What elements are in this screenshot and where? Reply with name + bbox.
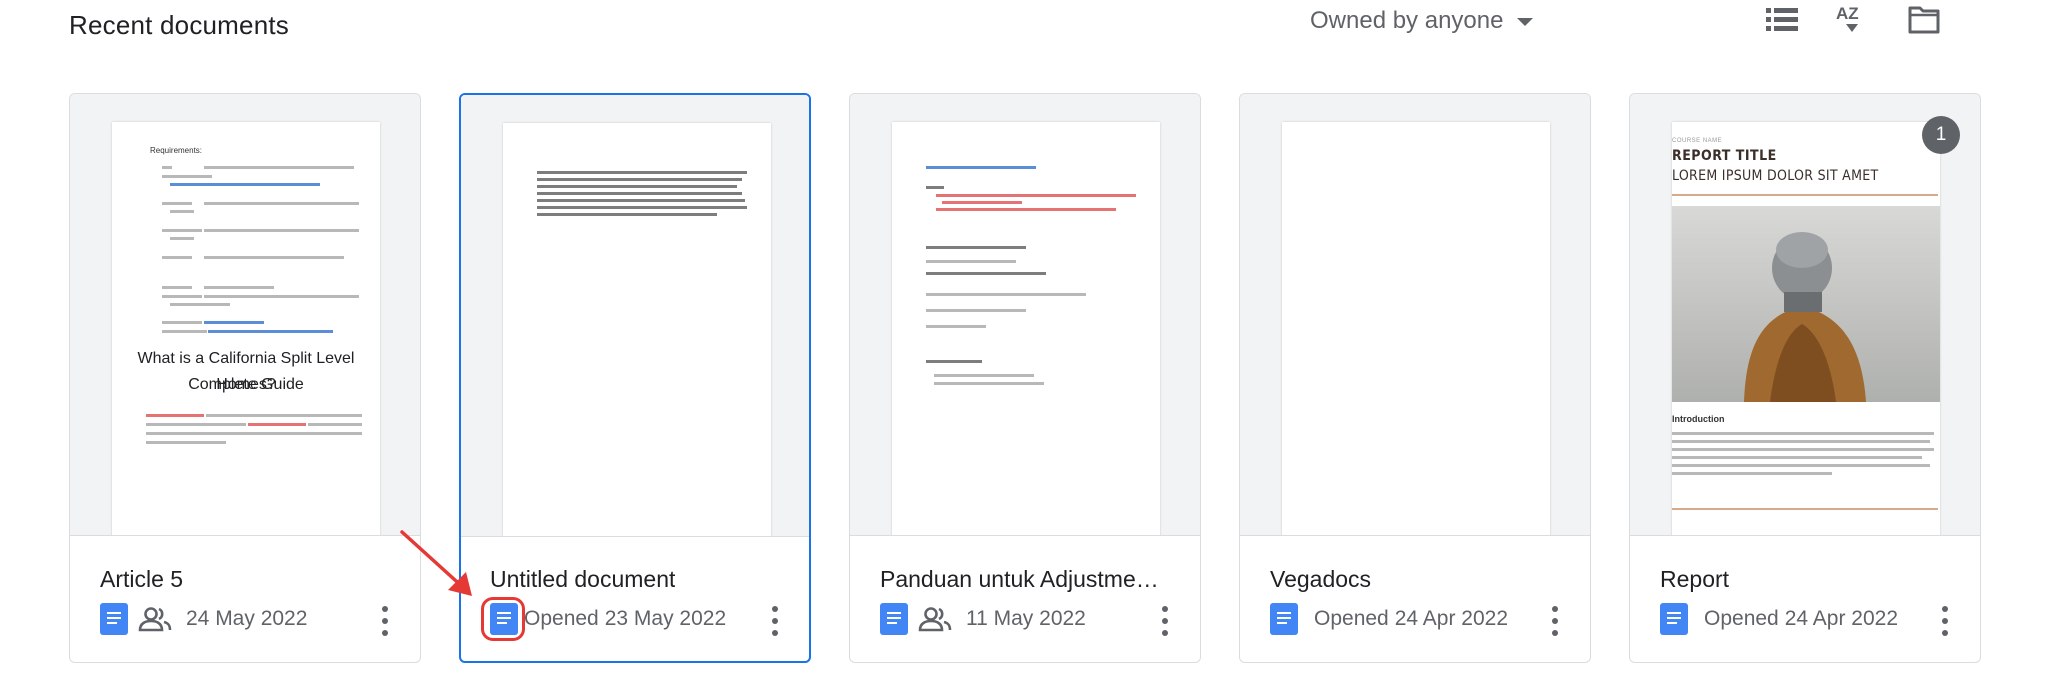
document-meta: Opened 24 Apr 2022 [1270,602,1508,636]
folder-glyph [1908,6,1940,34]
documents-header: Recent documents Owned by anyone AZ [0,0,2048,60]
caret-down-icon [1517,18,1534,26]
document-meta: Opened 23 May 2022 [490,602,726,636]
report-cover-photo [1672,206,1940,402]
document-card-selected[interactable]: Untitled document Opened 23 May 2022 [459,93,811,663]
documents-grid: Requirements: What is a California Split… [69,93,1981,663]
report-title: REPORT TITLE [1672,148,1777,164]
document-date: 24 May 2022 [186,607,308,630]
section-title: Recent documents [69,10,289,40]
report-course-name: COURSE NAME [1672,138,1723,144]
shared-people-icon [138,607,172,632]
google-docs-icon [100,603,128,635]
report-intro-heading: Introduction [1672,414,1725,424]
more-options-icon[interactable] [1940,606,1950,636]
document-card[interactable]: Requirements: What is a California Split… [69,93,421,663]
more-options-icon[interactable] [1550,606,1560,636]
document-thumbnail[interactable]: COURSE NAME REPORT TITLE LOREM IPSUM DOL… [1630,94,1980,536]
more-options-icon[interactable] [1160,606,1170,636]
document-title: Article 5 [100,566,184,592]
document-meta: 24 May 2022 [100,602,307,636]
document-preview-page: Requirements: What is a California Split… [112,122,380,535]
preview-doc-subtitle: Complete Guide [188,376,304,393]
shared-people-icon [918,607,952,632]
document-date: 24 Apr 2022 [1394,607,1508,630]
report-footer-rule [1672,508,1938,510]
document-title: Panduan untuk Adjustme… [880,566,1159,592]
document-thumbnail[interactable]: Requirements: What is a California Split… [70,94,420,536]
opened-label: Opened [524,607,599,630]
folder-icon[interactable] [1904,2,1944,38]
document-preview-page [1282,122,1550,535]
opened-label: Opened [1704,607,1779,630]
document-title: Vegadocs [1270,566,1372,592]
document-thumbnail[interactable] [461,95,809,537]
document-date: 23 May 2022 [604,607,727,630]
more-options-icon[interactable] [380,606,390,636]
owner-filter-label: Owned by anyone [1310,7,1504,34]
document-date: 24 Apr 2022 [1784,607,1898,630]
more-options-icon[interactable] [770,606,780,636]
report-subtitle: LOREM IPSUM DOLOR SIT AMET [1672,168,1879,184]
document-meta: Opened 24 Apr 2022 [1660,602,1898,636]
google-docs-icon [490,603,518,635]
sort-az-icon[interactable]: AZ [1832,2,1872,38]
person-in-beanie-image [1744,232,1866,402]
document-date: 11 May 2022 [966,607,1086,630]
document-preview-page [892,122,1160,535]
document-card[interactable]: COURSE NAME REPORT TITLE LOREM IPSUM DOL… [1629,93,1981,663]
preview-heading: Requirements: [150,146,203,155]
notification-count-badge: 1 [1922,116,1960,154]
opened-label: Opened [1314,607,1389,630]
google-docs-icon [880,603,908,635]
document-card[interactable]: Vegadocs Opened 24 Apr 2022 [1239,93,1591,663]
list-view-glyph [1766,8,1798,31]
google-docs-icon [1660,603,1688,635]
document-title: Report [1660,566,1730,592]
list-view-icon[interactable] [1762,2,1802,38]
document-preview-page [503,123,771,536]
document-thumbnail[interactable] [850,94,1200,536]
sort-az-label: AZ [1836,4,1859,23]
google-docs-icon [1270,603,1298,635]
document-title: Untitled document [490,566,676,592]
document-meta: 11 May 2022 [880,602,1086,636]
owner-filter-dropdown[interactable]: Owned by anyone [1310,4,1534,38]
annotation-arrow-icon [400,530,472,596]
document-card[interactable]: Panduan untuk Adjustme… 11 May 2022 [849,93,1201,663]
document-thumbnail[interactable] [1240,94,1590,536]
sort-arrow-glyph: AZ [1836,4,1859,32]
report-divider [1672,194,1938,196]
